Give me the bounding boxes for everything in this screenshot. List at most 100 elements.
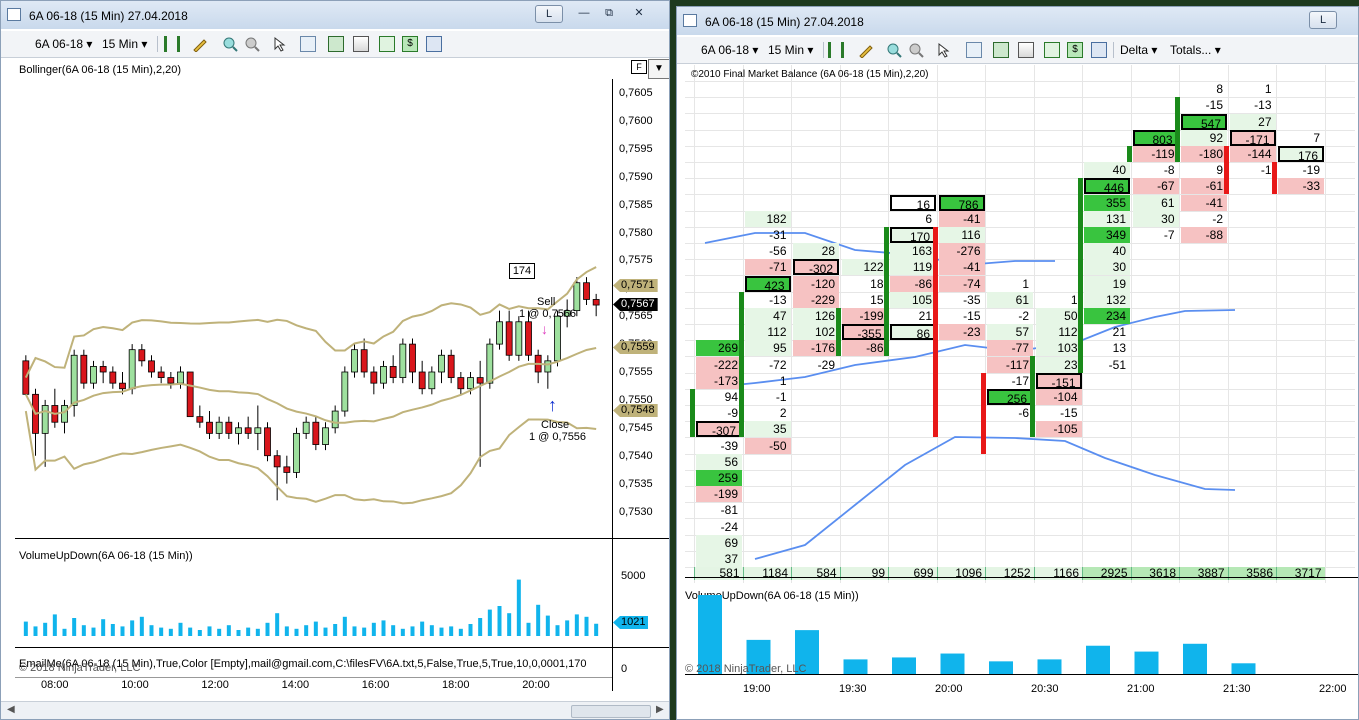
left-maximize-button[interactable]: ⧉ [595,5,623,23]
volume-bar [565,620,570,636]
instrument-selector[interactable]: 6A 06-18 ▾ [35,36,92,52]
footprint-cell: -276 [938,243,985,260]
volume-bar [168,628,173,636]
dollar-icon[interactable]: $ [1067,42,1083,58]
volume-chart[interactable] [15,539,613,649]
totals-selector[interactable]: Totals... ▾ [1170,42,1221,58]
magnify-icon[interactable] [300,36,316,52]
chart-trader-icon[interactable] [993,42,1009,58]
left-restore-button[interactable]: — [570,5,598,23]
footprint-cell: 30 [1084,259,1130,276]
chart-window-icon [683,14,697,27]
volume-bar [429,625,434,636]
bollinger-mid-line [24,347,597,424]
f-button[interactable]: F [631,60,647,74]
strategies-icon[interactable] [1044,42,1060,58]
delta-selector[interactable]: Delta ▾ [1120,42,1157,58]
footprint-cell: 256 [987,389,1033,406]
volume-bar [81,625,86,636]
bar-range-marker [1272,162,1277,195]
right-toolbar: 6A 06-18 ▾ 15 Min ▾ $ Delta ▾ Totals... … [677,37,1358,64]
footprint-cell: -2 [1018,309,1029,323]
footprint-cell: -41 [1181,194,1227,211]
left-scrollbar[interactable]: ◀ ▶ [1,701,669,719]
footprint-cell: 21 [918,309,932,323]
price-tick: 0,7585 [619,198,653,211]
footprint-cell: -8 [1163,163,1175,178]
footprint-cell: 122 [841,259,888,276]
properties-icon[interactable] [1091,42,1107,58]
scroll-right-icon[interactable]: ▶ [656,704,664,715]
bar-type-icon[interactable] [164,36,180,52]
footprint-cell: -86 [890,275,936,292]
footprint-cell: 92 [1181,129,1227,146]
interval-selector[interactable]: 15 Min ▾ [102,36,147,52]
indicators-icon[interactable] [353,36,369,52]
price-tick: 0,7590 [619,170,653,183]
chevron-down-icon[interactable]: ▼ [648,59,669,79]
footprint-grid[interactable]: 269 -222 -173 94 -9 -307 -39 56 259 -199 -81 -24 69 3… [685,65,1355,583]
volume-bar [217,628,222,636]
footprint-cell: -24 [720,519,738,534]
chart-trader-icon[interactable] [328,36,344,52]
volume-current-tag: 1021 [613,616,649,629]
bollinger-label: Bollinger(6A 06-18 (15 Min),2,20) [19,64,182,76]
indicators-icon[interactable] [1018,42,1034,58]
left-titlebar[interactable]: 6A 06-18 (15 Min) 27.04.2018 L — ⧉ ✕ [1,1,669,29]
bar-type-icon[interactable] [828,42,844,58]
zoom-in-icon[interactable] [222,36,238,52]
footprint-cell: -199 [841,308,888,324]
scroll-thumb[interactable] [571,705,651,718]
right-minimize-button[interactable]: L [1309,11,1337,29]
right-titlebar[interactable]: 6A 06-18 (15 Min) 27.04.2018 L [677,7,1358,35]
interval-selector[interactable]: 15 Min ▾ [768,42,813,58]
footprint-cell: 56 [696,453,742,470]
candle-body [418,371,426,390]
candle-body [61,405,68,423]
zoom-out-icon[interactable] [244,36,260,52]
cursor-icon[interactable] [936,42,952,58]
candle-body [293,432,300,473]
footprint-cell: 40 [1084,162,1130,179]
magnify-icon[interactable] [966,42,982,58]
footprint-cell: 259 [696,470,742,486]
draw-pencil-icon[interactable] [192,36,208,53]
footprint-cell: 47 [744,308,791,324]
draw-pencil-icon[interactable] [858,42,874,59]
right-x-axis-line [685,674,1358,675]
volume-bar [294,628,299,636]
cursor-icon[interactable] [272,36,288,52]
instrument-selector[interactable]: 6A 06-18 ▾ [701,42,758,58]
volume-bar [197,630,202,636]
zoom-out-icon[interactable] [908,42,924,58]
left-close-button[interactable]: ✕ [625,5,653,23]
footprint-cell: 35 [744,421,791,438]
dollar-icon[interactable]: $ [402,36,418,52]
properties-icon[interactable] [426,36,442,52]
footprint-cell: 803 [1132,129,1179,147]
strategies-icon[interactable] [379,36,395,52]
footprint-cell: 86 [890,324,936,341]
scroll-left-icon[interactable]: ◀ [7,704,15,715]
footprint-cell: 132 [1084,291,1130,308]
left-minimize-button[interactable]: L [535,5,563,23]
volume-bar [526,622,531,636]
zoom-in-icon[interactable] [886,42,902,58]
volume-bar [236,630,241,636]
footprint-cell: -15 [1060,406,1078,421]
time-tick: 21:30 [1223,683,1251,695]
candle-body [505,321,513,356]
candle-body [167,377,175,384]
bar-range-marker [690,388,695,438]
footprint-cell: -1 [1260,163,1272,178]
footprint-cell: 446 [1084,178,1130,195]
footprint-cell: -307 [696,421,742,438]
volume-bar [120,626,125,636]
bar-range-marker [1126,145,1132,162]
volume-bar [391,625,396,636]
candle-body [496,321,503,345]
footprint-cell: -105 [1035,421,1082,438]
volume-bar [110,624,115,636]
time-tick: 10:00 [121,679,149,691]
fmb-lower-line [754,436,1236,560]
